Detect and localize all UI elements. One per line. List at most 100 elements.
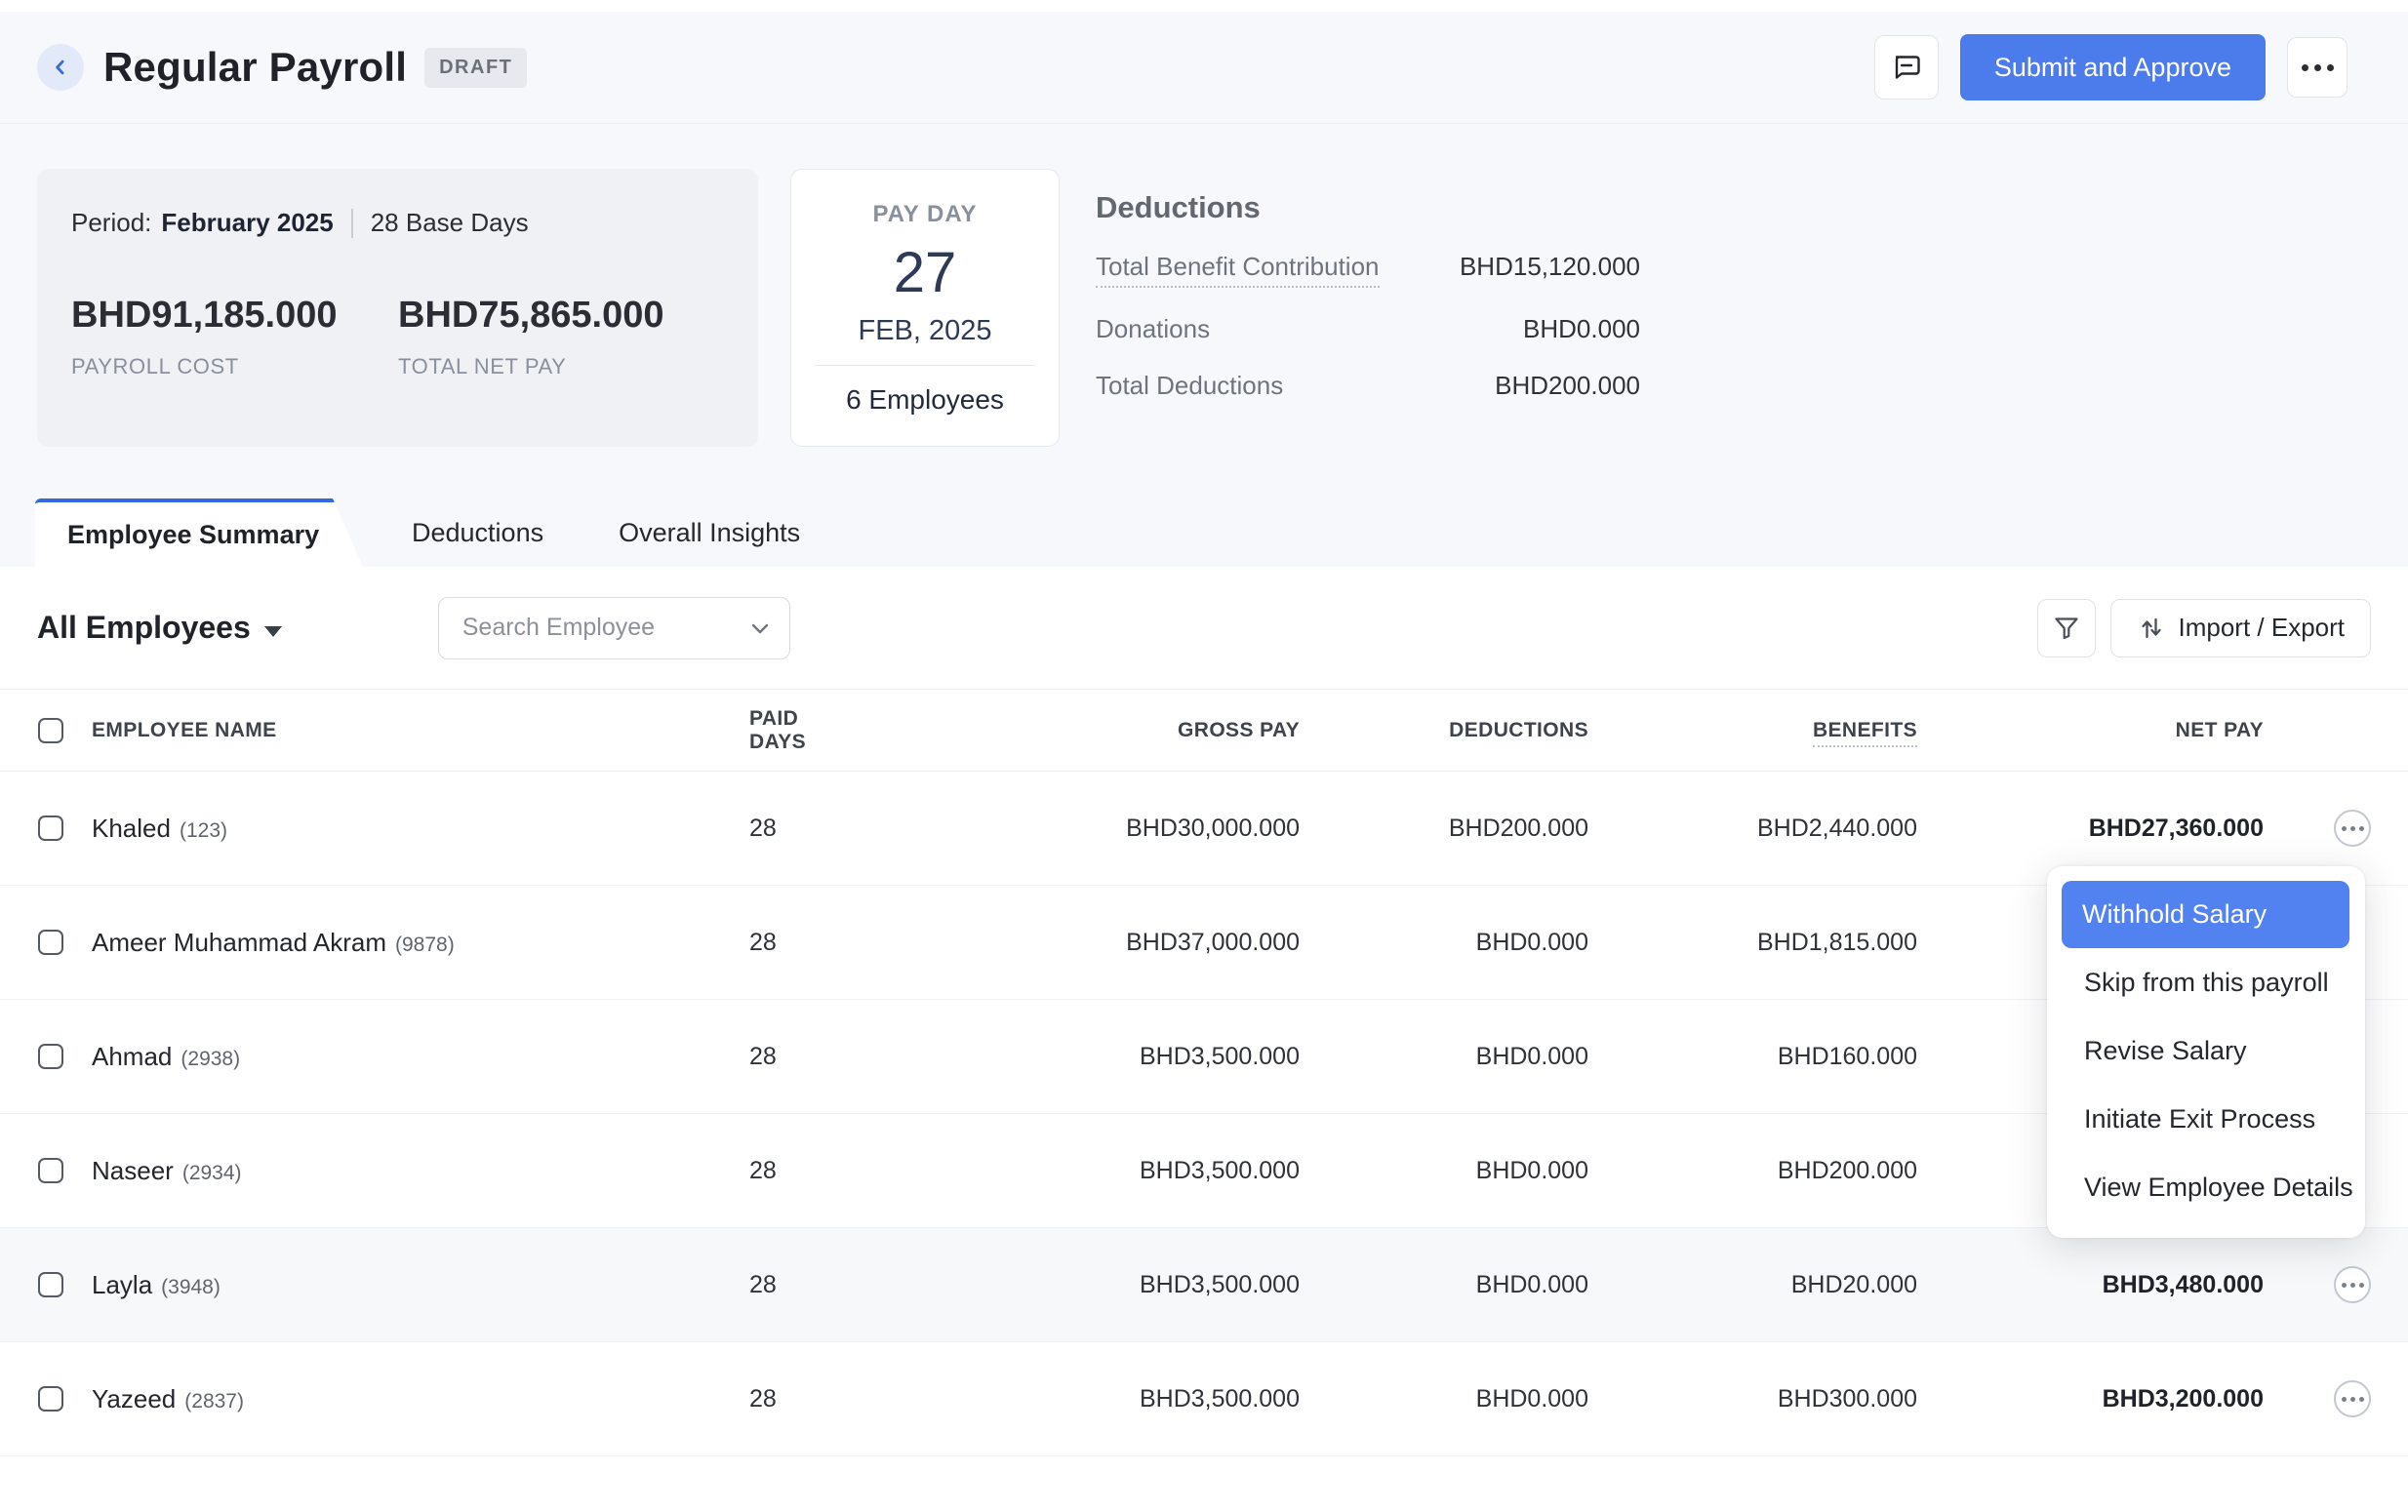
- period-label: Period:: [71, 208, 151, 238]
- table-row: Yazeed(2837) 28 BHD3,500.000 BHD0.000 BH…: [0, 1342, 2408, 1456]
- benefits-cell: BHD300.000: [1588, 1385, 1917, 1413]
- deductions-title: Deductions: [1096, 190, 1640, 225]
- period-card: Period: February 2025 28 Base Days BHD91…: [37, 169, 758, 447]
- row-actions-button[interactable]: [2334, 1266, 2371, 1303]
- select-all-checkbox[interactable]: [38, 718, 63, 743]
- payday-card: PAY DAY 27 FEB, 2025 6 Employees: [790, 169, 1060, 447]
- paid-days-cell: 28: [749, 1271, 861, 1299]
- employee-list-filter[interactable]: All Employees: [37, 610, 282, 646]
- deductions-cell: BHD0.000: [1300, 929, 1588, 957]
- employee-id: (3948): [161, 1276, 221, 1298]
- status-badge: DRAFT: [424, 48, 527, 88]
- chevron-down-icon: [748, 617, 772, 640]
- column-header-gross-pay: GROSS PAY: [861, 719, 1300, 742]
- employee-id: (123): [180, 819, 227, 842]
- page-header-region: Regular Payroll DRAFT Submit and Approve…: [0, 12, 2408, 567]
- page-title: Regular Payroll: [103, 44, 407, 91]
- payday-label: PAY DAY: [791, 201, 1059, 228]
- employee-name[interactable]: Naseer: [92, 1156, 174, 1185]
- base-days: 28 Base Days: [371, 208, 529, 238]
- ellipsis-icon: [2302, 64, 2334, 71]
- column-header-benefits[interactable]: BENEFITS: [1588, 719, 1917, 742]
- more-actions-button[interactable]: [2287, 37, 2348, 98]
- payday-day: 27: [791, 240, 1059, 305]
- caret-down-icon: [264, 626, 282, 637]
- summary-row: Period: February 2025 28 Base Days BHD91…: [0, 124, 2408, 447]
- comment-button[interactable]: [1874, 35, 1939, 99]
- table-header-row: EMPLOYEE NAME PAID DAYS GROSS PAY DEDUCT…: [0, 689, 2408, 772]
- row-checkbox[interactable]: [38, 1386, 63, 1412]
- employee-search-combobox[interactable]: [438, 597, 790, 659]
- row-actions-button[interactable]: [2334, 810, 2371, 847]
- deductions-cell: BHD0.000: [1300, 1385, 1588, 1413]
- total-net-pay-value: BHD75,865.000: [398, 295, 725, 337]
- import-export-label: Import / Export: [2179, 613, 2346, 643]
- top-strip: [0, 0, 2408, 12]
- payroll-cost-label: PAYROLL COST: [71, 354, 398, 379]
- header-bar: Regular Payroll DRAFT Submit and Approve: [0, 12, 2408, 124]
- tab-bar: Employee Summary Deductions Overall Insi…: [0, 498, 2408, 567]
- period-value: February 2025: [161, 208, 333, 238]
- paid-days-cell: 28: [749, 1157, 861, 1185]
- gross-pay-cell: BHD3,500.000: [861, 1157, 1300, 1185]
- list-filter-label: All Employees: [37, 610, 251, 646]
- total-net-pay-label: TOTAL NET PAY: [398, 354, 725, 379]
- benefits-cell: BHD200.000: [1588, 1157, 1917, 1185]
- back-button[interactable]: [37, 44, 84, 91]
- total-deductions-label: Total Deductions: [1096, 371, 1283, 401]
- import-export-button[interactable]: Import / Export: [2110, 599, 2372, 657]
- employee-name[interactable]: Ameer Muhammad Akram: [92, 928, 386, 957]
- menu-item-skip-from-payroll[interactable]: Skip from this payroll: [2047, 948, 2365, 1016]
- employee-name[interactable]: Khaled: [92, 814, 171, 843]
- deductions-cell: BHD0.000: [1300, 1157, 1588, 1185]
- table-toolbar: All Employees Import / Export: [0, 567, 2408, 689]
- payday-date: FEB, 2025: [791, 315, 1059, 347]
- divider: [815, 365, 1035, 366]
- table-row: Khaled(123) 28 BHD30,000.000 BHD200.000 …: [0, 772, 2408, 886]
- row-checkbox[interactable]: [38, 930, 63, 955]
- row-checkbox[interactable]: [38, 1044, 63, 1069]
- net-pay-cell: BHD3,480.000: [1917, 1271, 2264, 1299]
- row-actions-menu: Withhold Salary Skip from this payroll R…: [2047, 866, 2365, 1238]
- employee-name[interactable]: Yazeed: [92, 1384, 176, 1413]
- column-header-deductions: DEDUCTIONS: [1300, 719, 1588, 742]
- submit-and-approve-button[interactable]: Submit and Approve: [1960, 34, 2266, 100]
- chevron-left-icon: [51, 58, 70, 77]
- gross-pay-cell: BHD3,500.000: [861, 1385, 1300, 1413]
- payday-employee-count: 6 Employees: [791, 384, 1059, 416]
- arrows-up-down-icon: [2137, 614, 2166, 643]
- net-pay-cell: BHD3,200.000: [1917, 1385, 2264, 1413]
- tab-overall-insights[interactable]: Overall Insights: [594, 498, 824, 567]
- employee-name[interactable]: Ahmad: [92, 1042, 172, 1071]
- filter-button[interactable]: [2037, 599, 2096, 657]
- employee-id: (2938): [181, 1048, 240, 1070]
- row-checkbox[interactable]: [38, 816, 63, 841]
- search-input[interactable]: [461, 613, 748, 643]
- employee-name[interactable]: Layla: [92, 1270, 152, 1299]
- column-header-net-pay: NET PAY: [1917, 719, 2264, 742]
- payroll-cost-value: BHD91,185.000: [71, 295, 398, 337]
- donations-value: BHD0.000: [1523, 314, 1640, 344]
- paid-days-cell: 28: [749, 929, 861, 957]
- row-actions-button[interactable]: [2334, 1380, 2371, 1417]
- menu-item-view-employee-details[interactable]: View Employee Details: [2047, 1153, 2365, 1221]
- menu-item-withhold-salary[interactable]: Withhold Salary: [2062, 881, 2349, 948]
- row-checkbox[interactable]: [38, 1158, 63, 1183]
- tab-deductions[interactable]: Deductions: [388, 498, 567, 567]
- menu-item-initiate-exit-process[interactable]: Initiate Exit Process: [2047, 1085, 2365, 1153]
- column-header-paid-days: PAID DAYS: [749, 707, 861, 754]
- benefits-cell: BHD20.000: [1588, 1271, 1917, 1299]
- total-benefit-contribution-label[interactable]: Total Benefit Contribution: [1096, 252, 1380, 288]
- tab-employee-summary[interactable]: Employee Summary: [35, 498, 363, 567]
- table-row: Layla (3948) 28 BHD3,500.000 BHD0.000 BHD…: [0, 1228, 2408, 1342]
- deductions-cell: BHD0.000: [1300, 1043, 1588, 1071]
- paid-days-cell: 28: [749, 1385, 861, 1413]
- deductions-cell: BHD0.000: [1300, 1271, 1588, 1299]
- gross-pay-cell: BHD3,500.000: [861, 1271, 1300, 1299]
- row-checkbox[interactable]: [38, 1272, 63, 1297]
- column-header-employee-name: EMPLOYEE NAME: [92, 719, 749, 742]
- total-benefit-contribution-value: BHD15,120.000: [1460, 252, 1640, 282]
- benefits-cell: BHD160.000: [1588, 1043, 1917, 1071]
- deductions-cell: BHD200.000: [1300, 815, 1588, 843]
- menu-item-revise-salary[interactable]: Revise Salary: [2047, 1016, 2365, 1085]
